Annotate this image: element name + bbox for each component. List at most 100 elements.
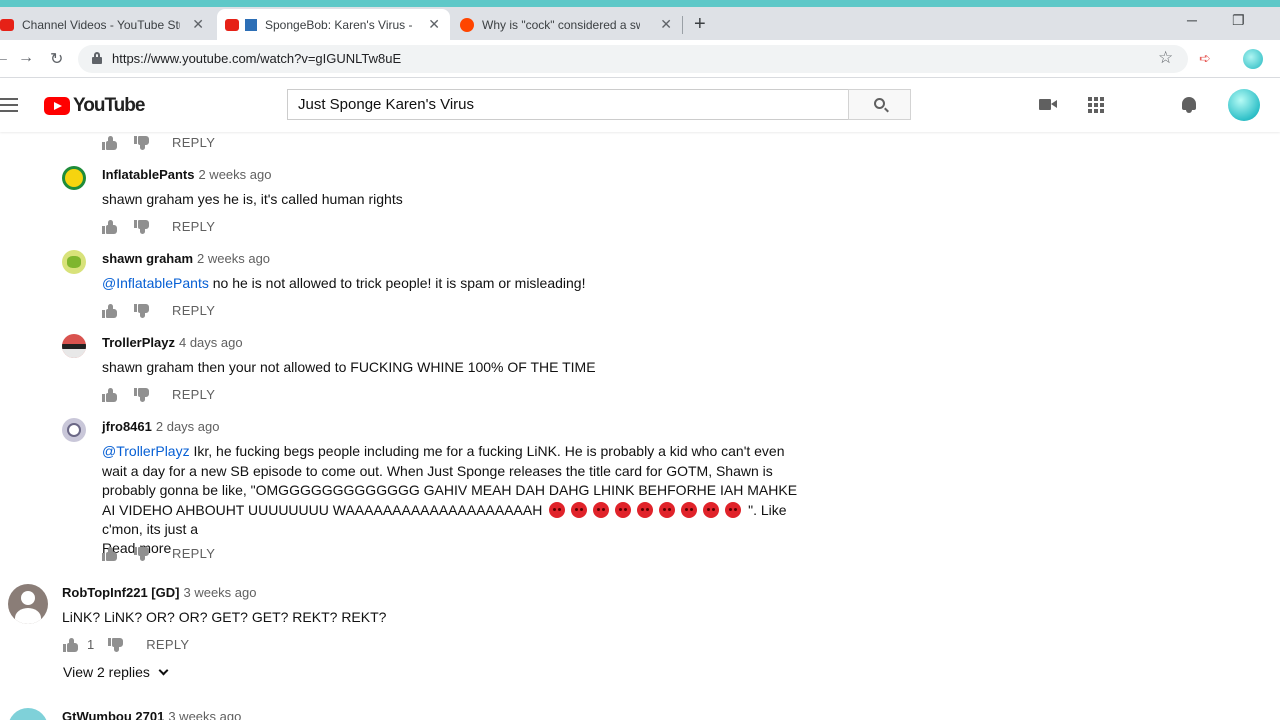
- reply-button[interactable]: REPLY: [172, 135, 215, 150]
- tab-channel-videos[interactable]: Channel Videos - YouTube Studio ✕: [0, 9, 214, 40]
- comment-actions: REPLY: [102, 546, 215, 561]
- youtube-icon: [225, 18, 239, 31]
- angry-face-icon: [549, 501, 566, 518]
- close-icon[interactable]: ✕: [192, 16, 204, 33]
- tab-separator: [682, 16, 683, 34]
- comment-author[interactable]: RobTopInf221 [GD]: [62, 585, 179, 600]
- comment-author[interactable]: shawn graham: [102, 251, 193, 266]
- back-icon[interactable]: ←: [0, 49, 10, 67]
- comment-text: shawn graham yes he is, it's called huma…: [102, 191, 403, 207]
- comment-time[interactable]: 3 weeks ago: [168, 709, 241, 720]
- avatar[interactable]: [62, 166, 86, 190]
- logo-text: YouTube: [73, 95, 145, 116]
- avatar[interactable]: [8, 708, 48, 720]
- avatar[interactable]: [62, 334, 86, 358]
- tab-label: Channel Videos - YouTube Studio: [22, 17, 180, 32]
- tab-label: SpongeBob: Karen's Virus - The Movie: [265, 17, 413, 32]
- comment-time[interactable]: 3 weeks ago: [183, 585, 256, 600]
- url-text[interactable]: https://www.youtube.com/watch?v=gIGUNLTw…: [112, 51, 401, 66]
- page-favicon-icon: [245, 18, 257, 31]
- comment-author[interactable]: InflatablePants: [102, 167, 194, 182]
- comment-actions: REPLY: [102, 303, 215, 318]
- apps-grid-icon[interactable]: [1086, 95, 1106, 115]
- search-input[interactable]: Just Sponge Karen's Virus: [287, 89, 849, 120]
- comment-actions: 1 REPLY: [63, 637, 189, 652]
- mention-link[interactable]: @InflatablePants: [102, 275, 209, 291]
- reply-button[interactable]: REPLY: [172, 546, 215, 561]
- youtube-logo[interactable]: YouTube: [44, 95, 145, 117]
- close-icon[interactable]: ✕: [428, 16, 440, 33]
- comment-author[interactable]: TrollerPlayz: [102, 335, 175, 350]
- dislike-icon[interactable]: [108, 637, 124, 652]
- lock-icon: [92, 52, 102, 64]
- dislike-icon[interactable]: [134, 303, 150, 318]
- youtube-play-icon: [44, 97, 70, 115]
- comment-time[interactable]: 2 weeks ago: [197, 251, 270, 266]
- comment-actions: REPLY: [102, 387, 215, 402]
- comment-time[interactable]: 2 days ago: [156, 419, 220, 434]
- comment-author[interactable]: jfro8461: [102, 419, 152, 434]
- browser-toolbar: ← → ↻ https://www.youtube.com/watch?v=gI…: [0, 40, 1280, 78]
- like-icon[interactable]: [102, 303, 118, 318]
- like-icon[interactable]: [102, 546, 118, 561]
- messages-icon[interactable]: [1131, 95, 1151, 115]
- search-button[interactable]: [848, 89, 911, 120]
- comment-time[interactable]: 2 weeks ago: [198, 167, 271, 182]
- close-icon[interactable]: ✕: [660, 16, 672, 33]
- minimize-button[interactable]: ─: [1187, 12, 1197, 28]
- create-video-icon[interactable]: [1038, 95, 1058, 115]
- comment-text: @InflatablePants no he is not allowed to…: [102, 275, 586, 291]
- comment-actions: REPLY: [102, 219, 215, 234]
- comment-author[interactable]: GtWumbou 2701: [62, 709, 164, 720]
- angry-face-icon: [615, 501, 632, 518]
- avatar[interactable]: [62, 250, 86, 274]
- like-icon[interactable]: [102, 219, 118, 234]
- address-bar[interactable]: https://www.youtube.com/watch?v=gIGUNLTw…: [78, 45, 1188, 73]
- extension-icon[interactable]: ➪: [1199, 50, 1211, 67]
- angry-face-icon: [571, 501, 588, 518]
- comment-text: @TrollerPlayz Ikr, he fucking begs peopl…: [102, 443, 798, 537]
- reply-button[interactable]: REPLY: [172, 387, 215, 402]
- comment-time[interactable]: 4 days ago: [179, 335, 243, 350]
- youtube-studio-icon: [0, 18, 14, 31]
- tab-reddit[interactable]: Why is "cock" considered a swear word? ✕: [452, 9, 682, 40]
- comments-section: REPLY InflatablePants 2 weeks ago shawn g…: [0, 132, 1280, 720]
- dislike-icon[interactable]: [134, 387, 150, 402]
- dislike-icon[interactable]: [134, 135, 150, 150]
- search-icon: [874, 98, 885, 109]
- browser-profile-avatar[interactable]: [1243, 49, 1263, 69]
- tab-label: Why is "cock" considered a swear word?: [482, 17, 640, 32]
- window-accent-bar: [0, 0, 1280, 7]
- reply-button[interactable]: REPLY: [172, 303, 215, 318]
- view-replies-button[interactable]: View 2 replies: [63, 664, 169, 680]
- like-icon[interactable]: [102, 135, 118, 150]
- dislike-icon[interactable]: [134, 546, 150, 561]
- avatar[interactable]: [62, 418, 86, 442]
- restore-button[interactable]: ❐: [1232, 12, 1245, 29]
- notifications-bell-icon[interactable]: [1179, 95, 1199, 115]
- mention-link[interactable]: @TrollerPlayz: [102, 443, 190, 459]
- bookmark-star-icon[interactable]: ☆: [1158, 48, 1173, 68]
- forward-icon[interactable]: →: [18, 49, 34, 67]
- account-avatar[interactable]: [1228, 89, 1260, 121]
- reload-icon[interactable]: ↻: [50, 49, 63, 69]
- new-tab-button[interactable]: +: [694, 13, 706, 36]
- angry-face-icon: [703, 501, 720, 518]
- reddit-icon: [460, 17, 474, 32]
- angry-face-icon: [637, 501, 654, 518]
- angry-face-icon: [659, 501, 676, 518]
- menu-icon[interactable]: [0, 98, 18, 112]
- angry-face-icon: [725, 501, 742, 518]
- tab-spongebob[interactable]: SpongeBob: Karen's Virus - The Movie ✕: [217, 9, 450, 40]
- youtube-masthead: YouTube Just Sponge Karen's Virus: [0, 78, 1280, 132]
- like-icon[interactable]: [102, 387, 118, 402]
- comment-text: LiNK? LiNK? OR? OR? GET? GET? REKT? REKT…: [62, 609, 387, 625]
- like-icon[interactable]: [63, 637, 79, 652]
- comment-text: shawn graham then your not allowed to FU…: [102, 359, 596, 375]
- reply-button[interactable]: REPLY: [172, 219, 215, 234]
- comment-actions: REPLY: [102, 135, 215, 150]
- chevron-down-icon: [158, 665, 169, 676]
- dislike-icon[interactable]: [134, 219, 150, 234]
- reply-button[interactable]: REPLY: [146, 637, 189, 652]
- avatar[interactable]: [8, 584, 48, 624]
